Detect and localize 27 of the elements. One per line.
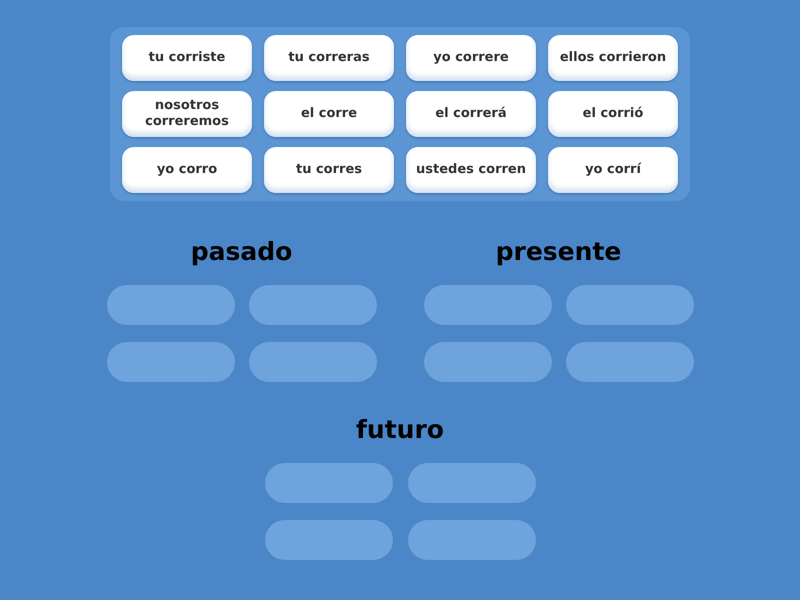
word-tile[interactable]: el corrió [548,91,678,137]
word-tile[interactable]: tu correras [264,35,394,81]
drop-slot[interactable] [106,285,234,325]
word-tile[interactable]: ustedes corren [406,147,536,193]
drop-slot[interactable] [566,285,694,325]
word-tile[interactable]: el correrá [406,91,536,137]
word-tile[interactable]: yo corrí [548,147,678,193]
drop-slot[interactable] [424,342,552,382]
drop-slot[interactable] [265,520,393,560]
word-tile[interactable]: tu corres [264,147,394,193]
drop-slot[interactable] [408,463,536,503]
drop-slot[interactable] [249,285,377,325]
drop-slot[interactable] [566,342,694,382]
word-tile[interactable]: tu corriste [122,35,252,81]
drop-slot[interactable] [106,342,234,382]
drop-slot[interactable] [408,520,536,560]
group-heading: futuro [356,414,444,446]
group-heading: pasado [190,236,292,268]
word-tile[interactable]: yo corro [122,147,252,193]
drop-slot[interactable] [249,342,377,382]
drop-slot[interactable] [265,463,393,503]
drop-slot[interactable] [424,285,552,325]
word-tile[interactable]: yo correre [406,35,536,81]
word-tile[interactable]: el corre [264,91,394,137]
group-heading: presente [496,236,622,268]
word-tile[interactable]: ellos corrieron [548,35,678,81]
word-tile[interactable]: nosotros correremos [122,91,252,137]
